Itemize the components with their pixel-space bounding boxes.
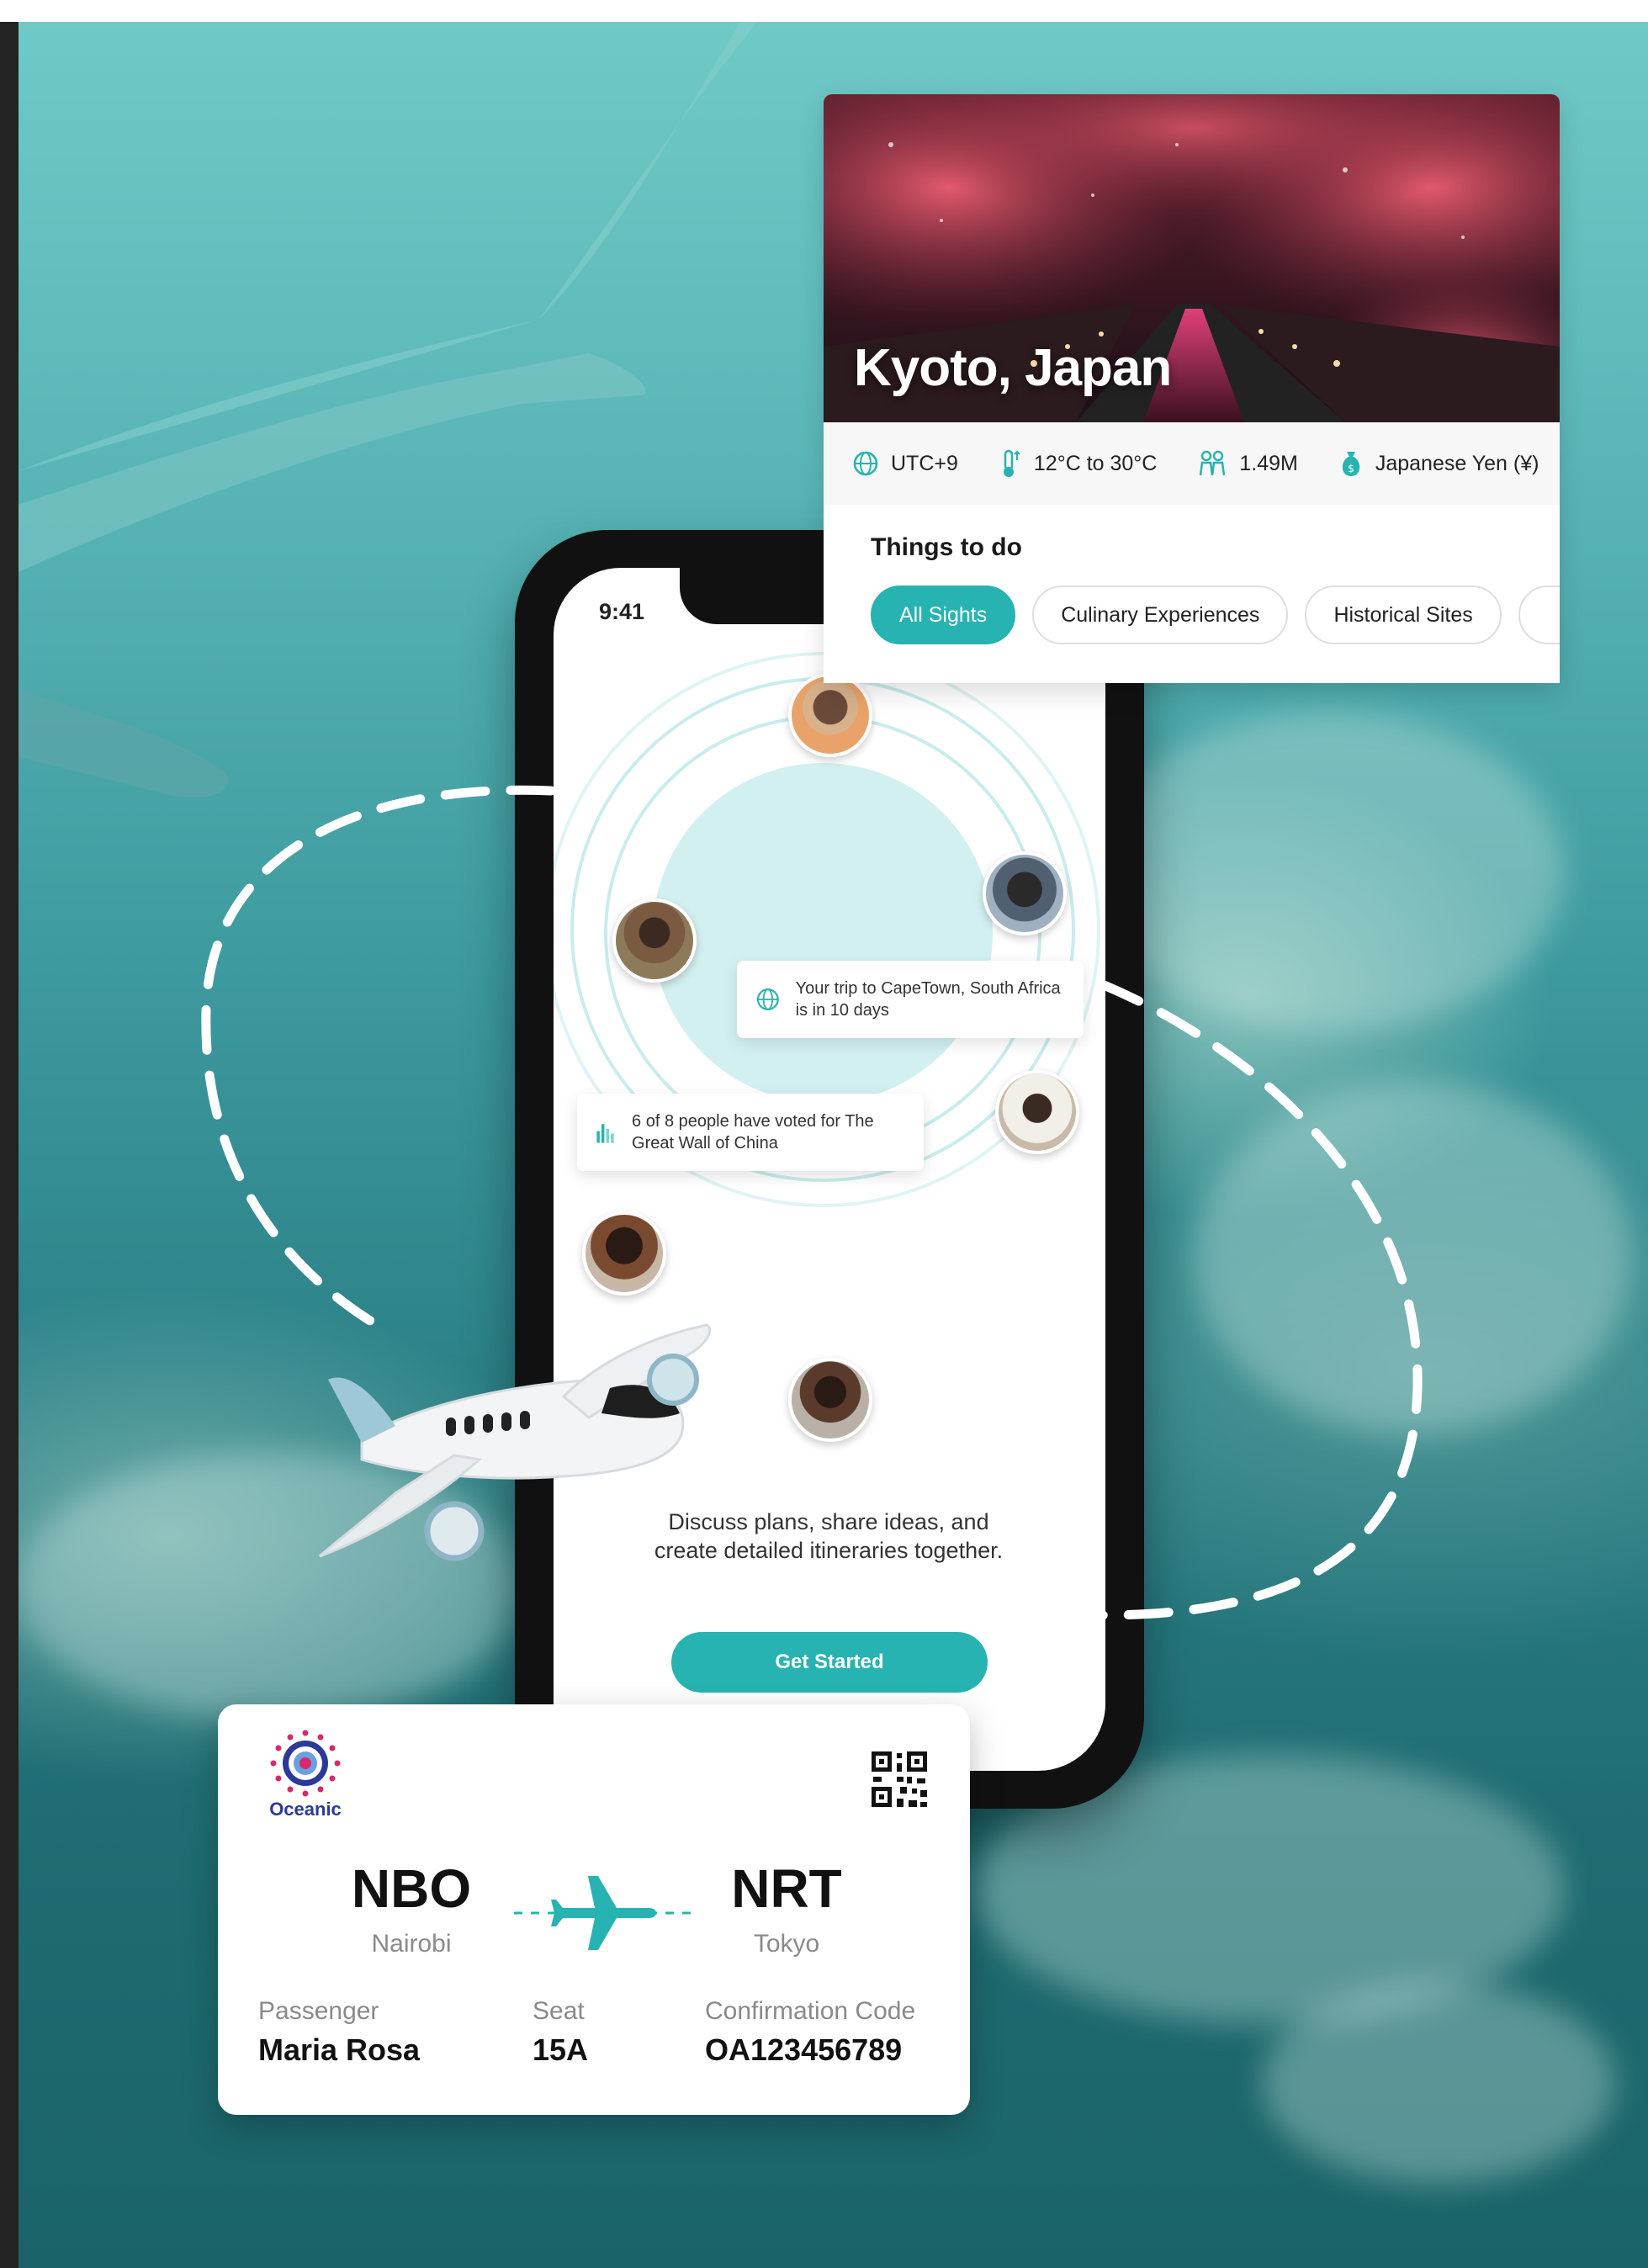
- chip-historical-sites[interactable]: Historical Sites: [1305, 586, 1502, 644]
- vote-status-card[interactable]: 6 of 8 people have voted for The Great W…: [577, 1094, 924, 1171]
- globe-icon: [853, 451, 878, 476]
- thermometer-icon: [1003, 449, 1020, 477]
- traveler-avatar[interactable]: [612, 898, 697, 983]
- destination-card[interactable]: Kyoto, Japan UTC+9 12°C to 30°C 1.49M $ …: [824, 94, 1560, 683]
- airplane-illustration: [318, 1323, 712, 1561]
- temperature-value: 12°C to 30°C: [1033, 451, 1158, 475]
- origin-code: NBO: [351, 1858, 472, 1919]
- vote-status-text: 6 of 8 people have voted for The Great W…: [632, 1112, 874, 1153]
- trip-countdown-text: Your trip to CapeTown, South Africa is i…: [795, 979, 1061, 1020]
- temperature-fact: 12°C to 30°C: [999, 448, 1157, 479]
- chip-culinary-experiences[interactable]: Culinary Experiences: [1032, 586, 1289, 644]
- boarding-pass-card[interactable]: Oceanic NBO Nairobi NRT Tokyo Passenger …: [218, 1704, 970, 2115]
- currency-fact: $ Japanese Yen (¥): [1338, 449, 1539, 478]
- cloud-decoration: [1262, 1982, 1615, 2184]
- origin-city: Nairobi: [371, 1930, 452, 1958]
- chip-more-partial[interactable]: [1518, 586, 1560, 644]
- people-icon: [1200, 450, 1226, 476]
- population-value: 1.49M: [1239, 451, 1298, 475]
- status-time: 9:41: [599, 599, 645, 624]
- traveler-avatar[interactable]: [788, 673, 872, 757]
- passenger-name: Maria Rosa: [258, 2032, 421, 2067]
- things-to-do-heading: Things to do: [871, 533, 1022, 561]
- traveler-avatar[interactable]: [983, 851, 1067, 935]
- category-chips: All Sights Culinary Experiences Historic…: [871, 586, 1560, 644]
- timezone-fact: UTC+9: [852, 450, 958, 477]
- destination-code: NRT: [731, 1858, 842, 1919]
- cloud-decoration: [1094, 712, 1565, 1031]
- passenger-label: Passenger: [258, 1997, 379, 2025]
- seat-label: Seat: [533, 1997, 585, 2025]
- cloud-decoration: [1195, 1082, 1632, 1435]
- confirmation-label: Confirmation Code: [705, 1997, 916, 2025]
- traveler-avatar[interactable]: [788, 1358, 872, 1442]
- destination-title: Kyoto, Japan: [854, 339, 1172, 397]
- qr-code-icon[interactable]: [870, 1750, 929, 1809]
- radar-core: [653, 763, 993, 1103]
- traveler-avatar[interactable]: [995, 1070, 1079, 1154]
- globe-icon: [756, 988, 779, 1010]
- money-bag-icon: $: [1342, 452, 1360, 476]
- confirmation-code: OA123456789: [705, 2032, 903, 2067]
- currency-value: Japanese Yen (¥): [1375, 451, 1539, 475]
- seat-value: 15A: [533, 2032, 589, 2067]
- trip-countdown-card[interactable]: Your trip to CapeTown, South Africa is i…: [737, 961, 1084, 1038]
- svg-text:$: $: [1348, 463, 1354, 474]
- destination-city: Tokyo: [753, 1930, 820, 1958]
- bar-chart-icon: [596, 1124, 614, 1143]
- population-fact: 1.49M: [1197, 450, 1298, 477]
- get-started-button[interactable]: Get Started: [671, 1632, 988, 1693]
- destination-photo: Kyoto, Japan: [824, 94, 1560, 422]
- timezone-value: UTC+9: [891, 451, 958, 475]
- chip-all-sights[interactable]: All Sights: [871, 586, 1016, 644]
- destination-facts: UTC+9 12°C to 30°C 1.49M $ Japanese Yen …: [824, 422, 1560, 505]
- airline-name: Oceanic: [269, 1799, 342, 1820]
- route-plane-icon: [514, 1876, 699, 1950]
